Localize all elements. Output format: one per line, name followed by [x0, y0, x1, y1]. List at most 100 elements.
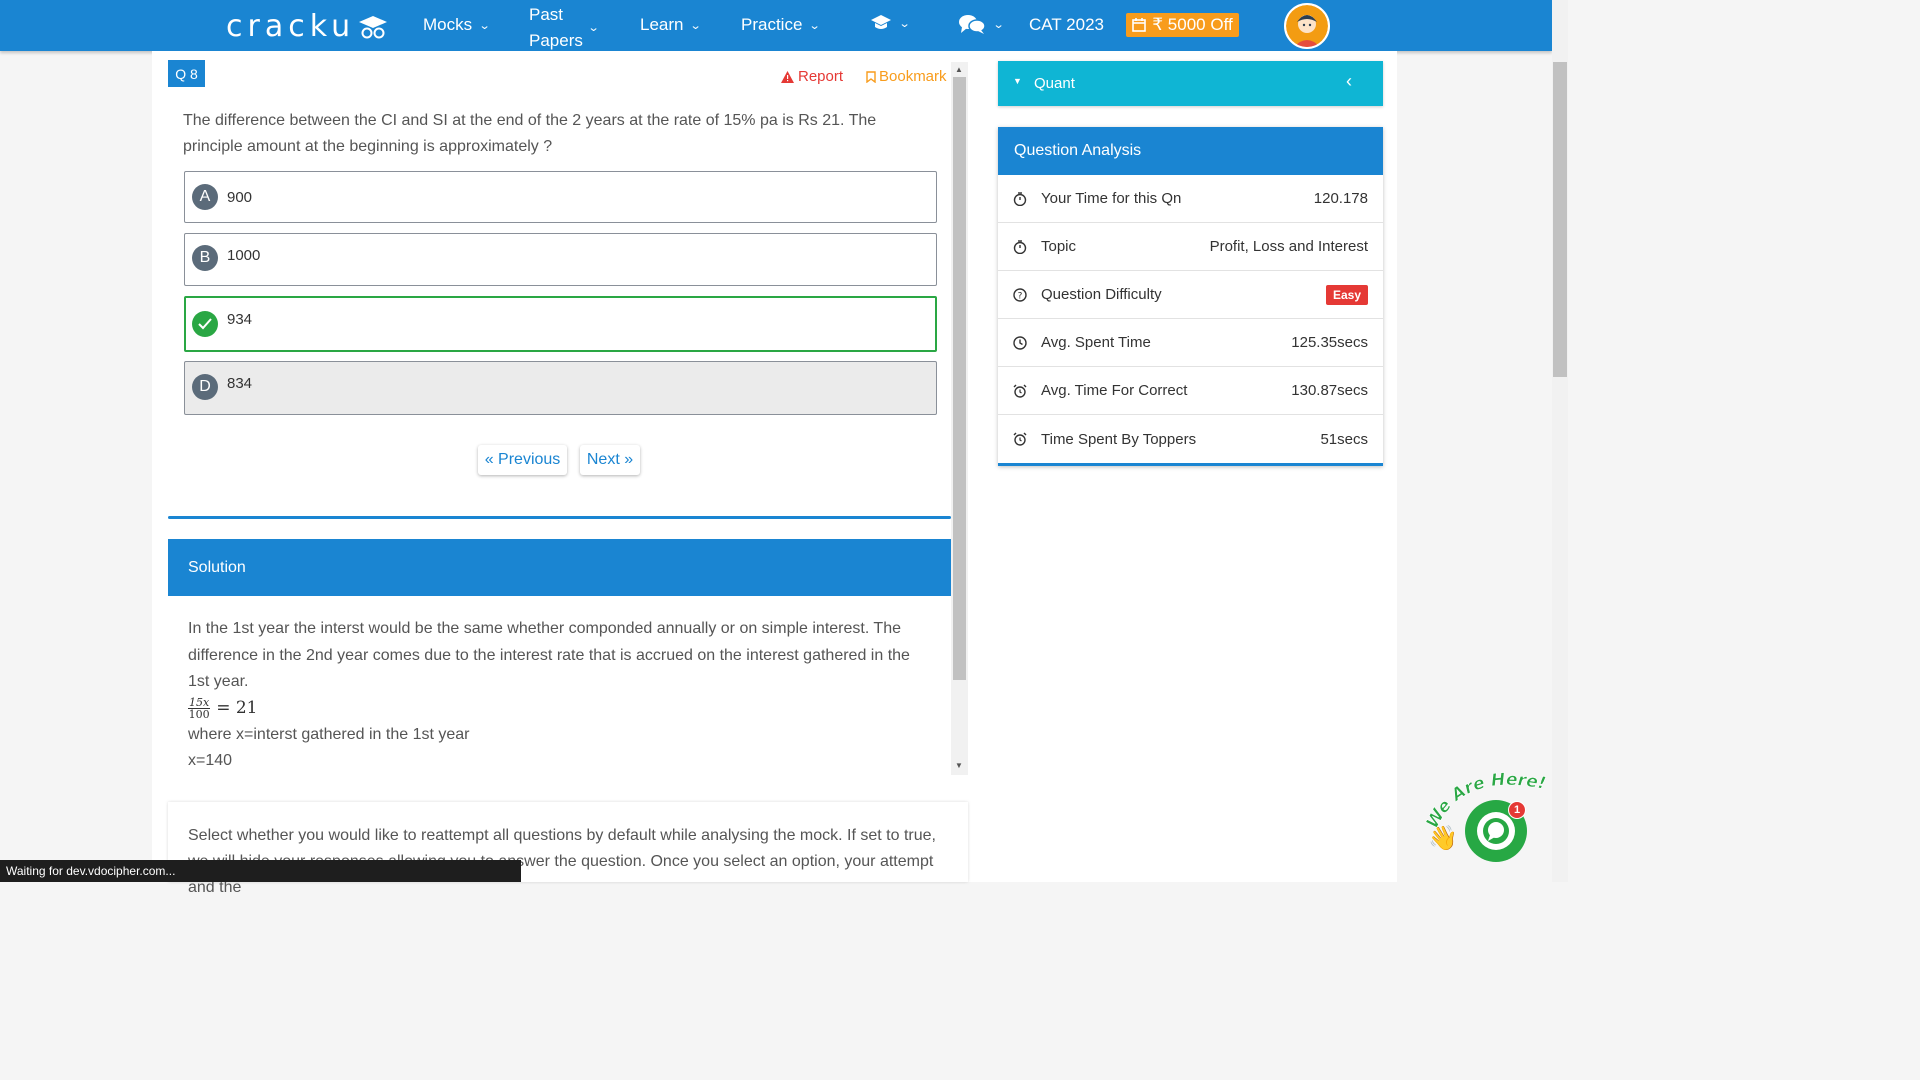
difficulty-badge: Easy [1325, 284, 1368, 305]
analysis-title: Question Analysis [998, 127, 1383, 175]
analysis-row-difficulty: ? Question Difficulty Easy [998, 271, 1383, 319]
equation-rhs: = 21 [216, 698, 258, 719]
nav-learn-label: Learn [640, 15, 684, 34]
nav-cat-2023[interactable]: CAT 2023 [1029, 15, 1104, 35]
row-label: Topic [1041, 238, 1077, 255]
question-number-badge: Q 8 [168, 60, 205, 87]
chat-notification-badge: 1 [1508, 801, 1526, 819]
nav-mocks-label: Mocks [423, 15, 473, 34]
row-label: Question Difficulty [1041, 286, 1162, 303]
nav-learn[interactable]: Learn ⌄ [640, 15, 702, 35]
nav-forum[interactable]: ⌄ [958, 13, 1005, 35]
option-value: 834 [227, 375, 253, 392]
bookmark-label: Bookmark [879, 68, 947, 85]
alarm-clock-icon [1013, 384, 1027, 398]
row-value: 51secs [1320, 430, 1368, 448]
analysis-row-topic: Topic Profit, Loss and Interest [998, 223, 1383, 271]
option-value: 1000 [227, 247, 261, 264]
solution-equation: 15x 100 = 21 [188, 696, 923, 722]
option-value: 900 [227, 189, 253, 206]
help-circle-icon: ? [1013, 287, 1027, 302]
svg-text:?: ? [1018, 291, 1023, 301]
option-a[interactable]: A 900 [184, 171, 937, 223]
solution-heading: Solution [168, 539, 951, 596]
top-navbar: cracku Mocks ⌄ Past Papers ⌄ Learn ⌄ Pra… [0, 0, 1552, 51]
option-c-correct[interactable]: 934 [184, 296, 937, 352]
option-d[interactable]: D 834 [184, 361, 937, 415]
option-b[interactable]: B 1000 [184, 233, 937, 286]
user-avatar[interactable] [1284, 3, 1330, 49]
chevron-down-icon: ⌄ [992, 18, 1005, 31]
chevron-left-icon[interactable]: ‹ [1346, 71, 1352, 92]
row-label: Time Spent By Toppers [1041, 430, 1197, 448]
report-label: Report [798, 68, 844, 85]
section-label: Quant [1034, 75, 1075, 92]
browser-status-bar: Waiting for dev.vdocipher.com... [0, 860, 521, 882]
alarm-clock-icon [1013, 432, 1027, 446]
nav-practice[interactable]: Practice ⌄ [741, 15, 822, 35]
scrollbar-thumb[interactable] [953, 77, 966, 680]
section-selector-quant[interactable]: ▼ Quant ‹ [998, 61, 1383, 106]
analysis-row-toppers: Time Spent By Toppers 51secs [998, 415, 1383, 463]
chevron-down-icon: ⌄ [587, 22, 600, 34]
option-letter: D [192, 374, 218, 400]
chat-bubble-icon [1477, 812, 1515, 850]
solution-heading-label: Solution [188, 558, 246, 576]
question-scrollbar[interactable]: ▲ ▼ [951, 62, 968, 775]
chevron-down-icon: ⌄ [898, 17, 911, 30]
scroll-up-arrow-icon[interactable]: ▲ [955, 65, 963, 74]
analysis-row-avg-time: Avg. Spent Time 125.35secs [998, 319, 1383, 367]
bookmark-icon [866, 70, 876, 83]
previous-button[interactable]: « Previous [478, 445, 567, 475]
logo-text: cracku [226, 9, 356, 44]
solution-paragraph: In the 1st year the interst would be the… [188, 620, 910, 690]
avatar-icon [1286, 5, 1328, 47]
row-label: Your Time for this Qn [1041, 190, 1182, 207]
nav-practice-label: Practice [741, 15, 803, 34]
waving-hand-icon: 👋 [1428, 825, 1458, 852]
clock-icon [1013, 335, 1027, 350]
offer-button[interactable]: ₹ 5000 Off [1126, 13, 1239, 37]
bookmark-link[interactable]: Bookmark [866, 68, 947, 85]
nav-cat-label: CAT 2023 [1029, 15, 1104, 34]
nav-courses[interactable]: ⌄ [870, 14, 911, 32]
cracku-logo[interactable]: cracku [226, 9, 389, 44]
scroll-down-arrow-icon[interactable]: ▼ [955, 761, 963, 770]
analysis-row-your-time: Your Time for this Qn 120.178 [998, 175, 1383, 223]
report-link[interactable]: Report [781, 68, 843, 85]
stopwatch-icon [1013, 239, 1027, 254]
question-analysis-panel: Question Analysis Your Time for this Qn … [998, 127, 1383, 466]
page-scrollbar[interactable] [1552, 0, 1568, 882]
next-button[interactable]: Next » [580, 445, 640, 475]
fraction: 15x 100 [188, 697, 211, 720]
chevron-down-icon: ⌄ [478, 19, 491, 32]
graduation-cap-logo-icon [359, 15, 388, 38]
section-divider [168, 516, 951, 519]
row-value: 125.35secs [1291, 334, 1368, 351]
check-icon [192, 311, 218, 337]
nav-past-label-1: Past [529, 5, 564, 24]
row-value: 120.178 [1313, 190, 1368, 207]
caret-down-icon: ▼ [1013, 76, 1022, 86]
solution-line: x=140 [188, 752, 233, 769]
stopwatch-icon [1013, 191, 1027, 206]
question-text: The difference between the CI and SI at … [183, 112, 877, 155]
graduation-cap-icon [871, 15, 891, 29]
option-letter: B [192, 245, 218, 271]
calendar-icon [1132, 18, 1147, 32]
solution-line: where x=interst gathered in the 1st year [188, 725, 470, 743]
row-value: 130.87secs [1291, 382, 1368, 399]
solution-body: In the 1st year the interst would be the… [188, 616, 923, 775]
nav-mocks[interactable]: Mocks ⌄ [423, 15, 491, 35]
option-letter: A [192, 184, 218, 210]
chevron-down-icon: ⌄ [809, 19, 822, 32]
row-label: Avg. Time For Correct [1041, 382, 1188, 399]
chat-bubbles-icon [959, 15, 986, 34]
warning-icon [781, 70, 794, 83]
row-value: Profit, Loss and Interest [1209, 238, 1368, 255]
offer-label: ₹ 5000 Off [1152, 15, 1233, 34]
nav-past-papers[interactable]: Past Papers ⌄ [529, 2, 600, 54]
row-label: Avg. Spent Time [1041, 334, 1151, 351]
analysis-row-avg-correct: Avg. Time For Correct 130.87secs [998, 367, 1383, 415]
page-scrollbar-thumb[interactable] [1553, 62, 1567, 377]
